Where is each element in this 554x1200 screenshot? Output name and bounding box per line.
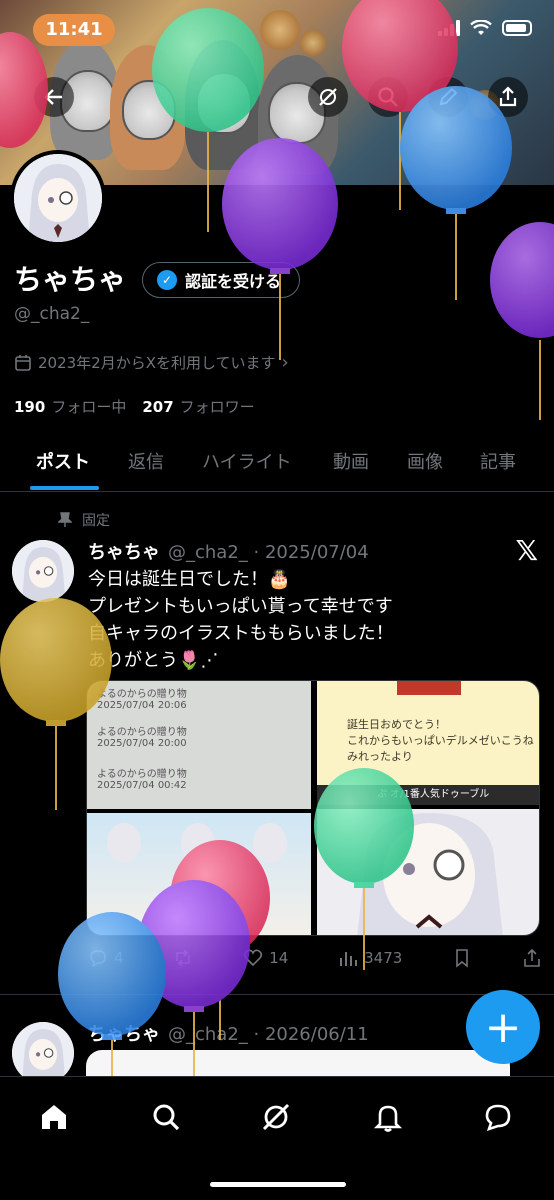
- chat-bubble-icon: [485, 1104, 511, 1132]
- nav-messages[interactable]: [476, 1095, 520, 1139]
- nav-home[interactable]: [32, 1095, 76, 1139]
- compose-button[interactable]: +: [466, 990, 540, 1064]
- bell-icon: [373, 1105, 403, 1132]
- nav-grok[interactable]: [254, 1095, 298, 1139]
- home-icon: [42, 1105, 66, 1129]
- plus-icon: +: [484, 1001, 522, 1053]
- nav-search[interactable]: [144, 1095, 188, 1139]
- nav-notifications[interactable]: [366, 1095, 410, 1139]
- birthday-balloons: [0, 0, 554, 1090]
- grok-icon: [262, 1103, 290, 1131]
- search-icon: [153, 1104, 180, 1131]
- home-indicator: [210, 1182, 346, 1187]
